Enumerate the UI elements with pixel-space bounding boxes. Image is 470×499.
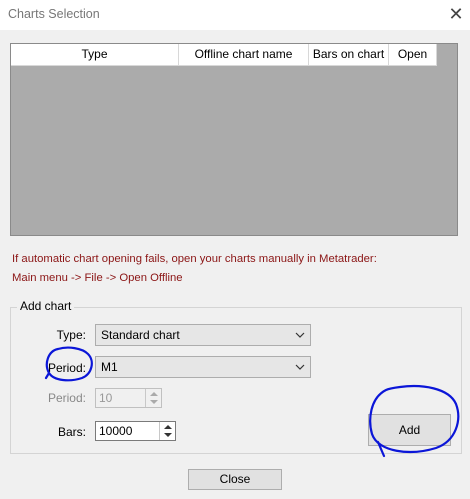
- close-window-icon[interactable]: ✕: [445, 3, 467, 25]
- add-button[interactable]: Add: [368, 414, 451, 446]
- period-count-stepper[interactable]: 10: [95, 388, 162, 408]
- bars-stepper[interactable]: 10000: [95, 421, 176, 441]
- window-title: Charts Selection: [8, 7, 100, 21]
- column-header-offline-chart-name[interactable]: Offline chart name: [179, 44, 309, 65]
- column-header-bars-on-chart[interactable]: Bars on chart: [309, 44, 389, 65]
- notice-line-2: Main menu -> File -> Open Offline: [12, 272, 183, 284]
- chevron-down-icon: [295, 332, 305, 338]
- type-select-value: Standard chart: [101, 328, 180, 342]
- spin-up-icon[interactable]: [146, 389, 161, 398]
- period-select[interactable]: M1: [95, 356, 311, 378]
- spin-down-icon[interactable]: [160, 431, 175, 440]
- period-count-label: Period:: [47, 391, 86, 405]
- type-select[interactable]: Standard chart: [95, 324, 311, 346]
- chevron-down-icon: [295, 364, 305, 370]
- spin-up-icon[interactable]: [160, 422, 175, 431]
- close-button[interactable]: Close: [188, 469, 282, 490]
- bars-value: 10000: [99, 424, 133, 438]
- type-label: Type:: [56, 328, 86, 342]
- charts-table[interactable]: Type Offline chart name Bars on chart Op…: [10, 43, 458, 236]
- period-select-value: M1: [101, 360, 118, 374]
- spin-down-icon[interactable]: [146, 398, 161, 407]
- table-header: Type Offline chart name Bars on chart Op…: [11, 44, 437, 66]
- period-count-value: 10: [99, 391, 113, 405]
- period-label: Period:: [47, 361, 86, 375]
- bars-label: Bars:: [57, 425, 86, 439]
- column-header-type[interactable]: Type: [11, 44, 179, 65]
- add-chart-group-label: Add chart: [17, 299, 75, 313]
- column-header-open[interactable]: Open: [389, 44, 437, 65]
- notice-line-1: If automatic chart opening fails, open y…: [12, 253, 377, 265]
